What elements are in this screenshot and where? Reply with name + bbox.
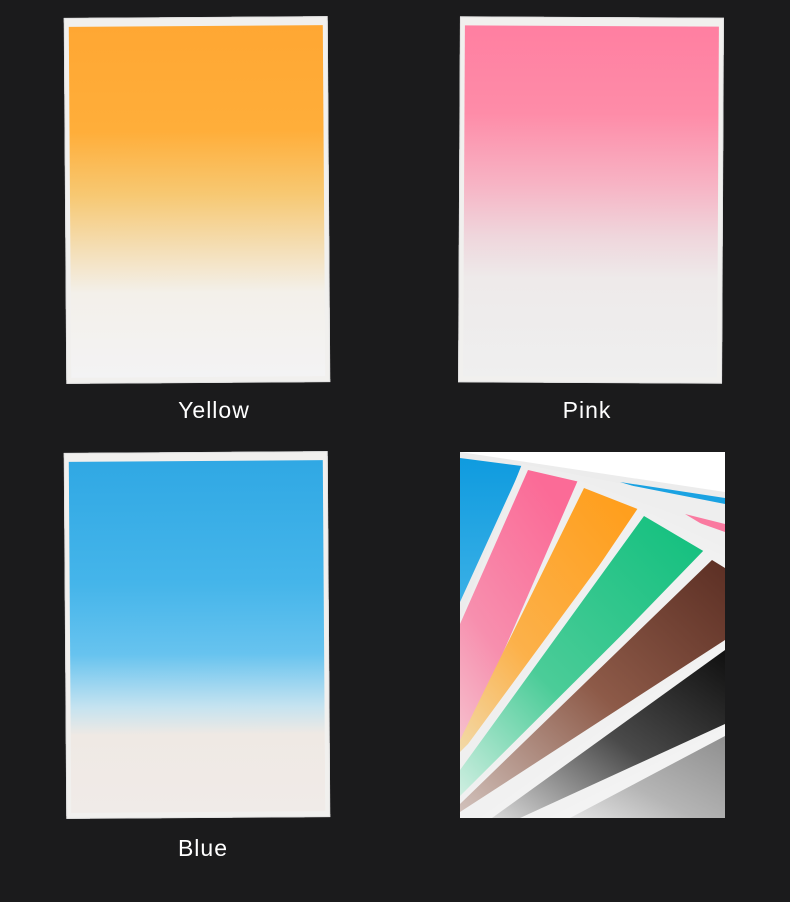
blue-gradient-filter-card xyxy=(63,451,331,819)
blue-gradient xyxy=(68,460,326,813)
blue-caption: Blue xyxy=(177,835,229,861)
yellow-gradient-filter-card xyxy=(63,16,331,384)
pink-gradient-filter-card xyxy=(458,16,724,384)
pink-caption: Pink xyxy=(562,397,612,423)
yellow-caption: Yellow xyxy=(178,397,250,423)
filter-fan-photo xyxy=(460,452,725,818)
filter-fan-illustration xyxy=(460,452,725,818)
product-image: Yellow Pink Blue xyxy=(0,0,790,902)
pink-gradient xyxy=(463,25,719,378)
yellow-gradient xyxy=(68,25,326,378)
